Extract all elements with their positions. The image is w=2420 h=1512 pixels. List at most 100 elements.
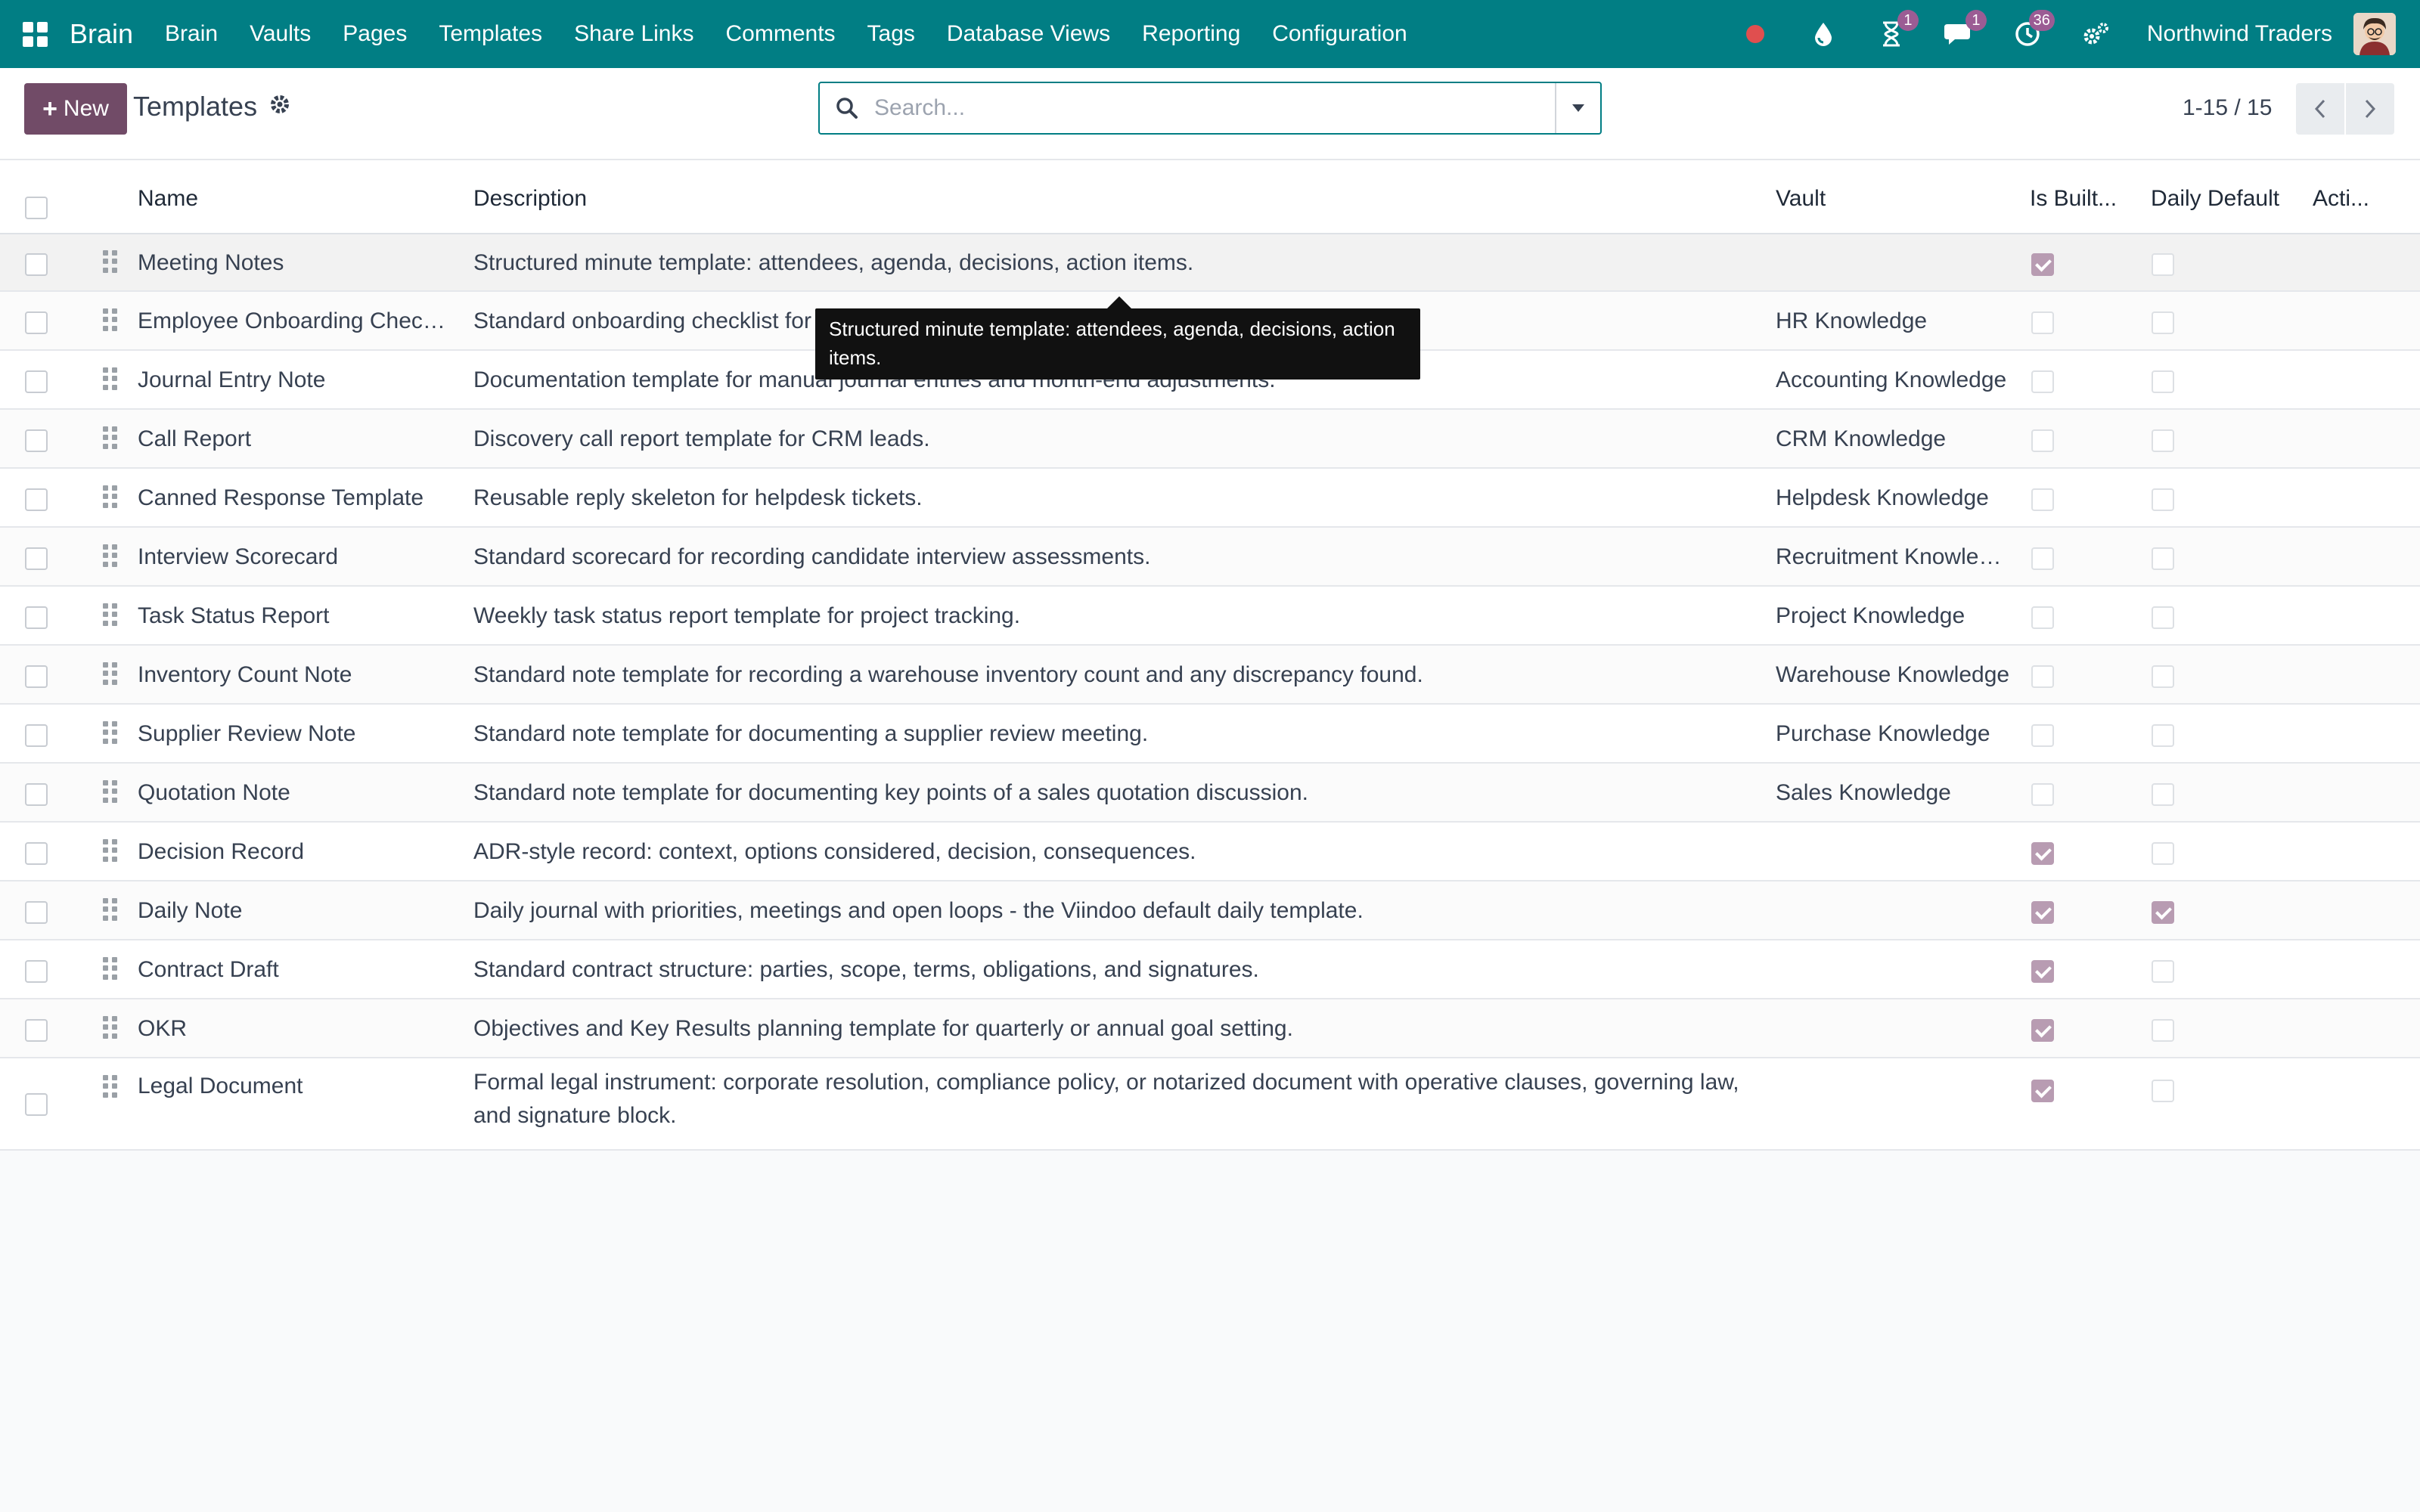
menu-brain[interactable]: Brain — [165, 21, 218, 47]
table-row[interactable]: Canned Response Template Reusable reply s… — [0, 469, 2420, 528]
row-select-checkbox[interactable] — [25, 1093, 48, 1116]
company-switcher[interactable]: Northwind Traders — [2147, 21, 2332, 47]
column-header-vault[interactable]: Vault — [1776, 186, 2003, 212]
template-vault: Accounting Knowledge — [1776, 367, 2007, 392]
recording-dot-icon[interactable] — [1739, 17, 1772, 51]
table-row[interactable]: Meeting Notes Structured minute template:… — [0, 234, 2420, 292]
row-select-checkbox[interactable] — [25, 842, 48, 865]
menu-comments[interactable]: Comments — [726, 21, 836, 47]
table-row[interactable]: Legal Document Formal legal instrument: c… — [0, 1058, 2420, 1151]
template-description: Daily journal with priorities, meetings … — [473, 898, 1364, 923]
drag-handle-icon[interactable] — [103, 721, 118, 744]
row-select-checkbox[interactable] — [25, 488, 48, 511]
template-description: Objectives and Key Results planning temp… — [473, 1016, 1293, 1041]
table-row[interactable]: Interview Scorecard Standard scorecard fo… — [0, 528, 2420, 587]
row-select-checkbox[interactable] — [25, 960, 48, 983]
pager-value[interactable]: 1-15 / 15 — [2183, 95, 2272, 121]
row-select-checkbox[interactable] — [25, 370, 48, 393]
clock-badge: 36 — [2028, 10, 2055, 31]
caret-down-icon — [1572, 104, 1584, 112]
table-row[interactable]: Quotation Note Standard note template for… — [0, 764, 2420, 823]
template-name: Interview Scorecard — [138, 544, 339, 569]
select-all-checkbox[interactable] — [25, 197, 48, 219]
template-name: Inventory Count Note — [138, 662, 352, 687]
column-header-is-builtin[interactable]: Is Built... — [2030, 186, 2143, 212]
table-row[interactable]: Supplier Review Note Standard note templa… — [0, 705, 2420, 764]
table-row[interactable]: OKR Objectives and Key Results planning t… — [0, 999, 2420, 1058]
row-select-checkbox[interactable] — [25, 783, 48, 806]
search-options-toggle[interactable] — [1555, 83, 1600, 133]
drop-icon[interactable] — [1807, 17, 1840, 51]
clock-icon[interactable]: 36 — [2011, 10, 2055, 51]
template-description: Standard contract structure: parties, sc… — [473, 957, 1259, 982]
menu-configuration[interactable]: Configuration — [1272, 21, 1407, 47]
menu-pages[interactable]: Pages — [343, 21, 407, 47]
gear-icon[interactable] — [269, 94, 293, 118]
daily-default-checkbox — [2152, 665, 2174, 688]
row-select-checkbox[interactable] — [25, 253, 48, 276]
hourglass-icon[interactable]: 1 — [1875, 10, 1919, 51]
row-select-checkbox[interactable] — [25, 606, 48, 629]
drag-handle-icon[interactable] — [103, 898, 118, 921]
table-row[interactable]: Call Report Discovery call report templat… — [0, 410, 2420, 469]
row-select-checkbox[interactable] — [25, 311, 48, 334]
row-select-checkbox[interactable] — [25, 901, 48, 924]
menu-database-views[interactable]: Database Views — [947, 21, 1110, 47]
column-header-actions[interactable]: Acti... — [2313, 186, 2396, 212]
is-builtin-checkbox — [2031, 1019, 2054, 1042]
menu-share-links[interactable]: Share Links — [574, 21, 693, 47]
drag-handle-icon[interactable] — [103, 367, 118, 390]
table-row[interactable]: Contract Draft Standard contract structur… — [0, 940, 2420, 999]
page-title[interactable]: Templates — [133, 91, 257, 122]
template-vault: Sales Knowledge — [1776, 780, 1951, 805]
app-brand[interactable]: Brain — [70, 18, 133, 50]
is-builtin-checkbox — [2031, 724, 2054, 747]
pager-previous-button[interactable] — [2296, 83, 2344, 135]
chat-icon[interactable]: 1 — [1943, 10, 1987, 51]
template-description: Standard note template for recording a w… — [473, 662, 1423, 687]
column-header-description[interactable]: Description — [473, 186, 927, 212]
is-builtin-checkbox — [2031, 665, 2054, 688]
menu-vaults[interactable]: Vaults — [250, 21, 311, 47]
is-builtin-checkbox — [2031, 901, 2054, 924]
drag-handle-icon[interactable] — [103, 1016, 118, 1039]
drag-handle-icon[interactable] — [103, 426, 118, 449]
settings-gears-icon[interactable] — [2079, 17, 2112, 51]
row-select-checkbox[interactable] — [25, 1019, 48, 1042]
column-header-name[interactable]: Name — [138, 186, 440, 212]
search-input[interactable] — [874, 85, 1555, 131]
template-name: Decision Record — [138, 839, 305, 864]
drag-handle-icon[interactable] — [103, 839, 118, 862]
daily-default-checkbox — [2152, 370, 2174, 393]
drag-handle-icon[interactable] — [103, 603, 118, 626]
row-select-checkbox[interactable] — [25, 724, 48, 747]
menu-tags[interactable]: Tags — [867, 21, 915, 47]
table-row[interactable]: Daily Note Daily journal with priorities,… — [0, 881, 2420, 940]
is-builtin-checkbox — [2031, 960, 2054, 983]
daily-default-checkbox — [2152, 253, 2174, 276]
template-name: Task Status Report — [138, 603, 330, 628]
pager-next-button[interactable] — [2346, 83, 2394, 135]
template-name: Call Report — [138, 426, 252, 451]
drag-handle-icon[interactable] — [103, 485, 118, 508]
column-header-daily-default[interactable]: Daily Default — [2151, 186, 2302, 212]
new-button[interactable]: + New — [24, 83, 127, 135]
table-row[interactable]: Inventory Count Note Standard note templa… — [0, 646, 2420, 705]
drag-handle-icon[interactable] — [103, 957, 118, 980]
drag-handle-icon[interactable] — [103, 662, 118, 685]
table-row[interactable]: Task Status Report Weekly task status rep… — [0, 587, 2420, 646]
table-row[interactable]: Decision Record ADR-style record: context… — [0, 823, 2420, 881]
row-select-checkbox[interactable] — [25, 429, 48, 452]
drag-handle-icon[interactable] — [103, 780, 118, 803]
menu-reporting[interactable]: Reporting — [1142, 21, 1240, 47]
drag-handle-icon[interactable] — [103, 250, 118, 273]
drag-handle-icon[interactable] — [103, 308, 118, 331]
drag-handle-icon[interactable] — [103, 1075, 118, 1098]
user-avatar[interactable] — [2353, 13, 2396, 55]
row-select-checkbox[interactable] — [25, 665, 48, 688]
apps-grid-icon[interactable] — [0, 0, 70, 68]
template-description: Reusable reply skeleton for helpdesk tic… — [473, 485, 923, 510]
row-select-checkbox[interactable] — [25, 547, 48, 570]
menu-templates[interactable]: Templates — [439, 21, 542, 47]
drag-handle-icon[interactable] — [103, 544, 118, 567]
